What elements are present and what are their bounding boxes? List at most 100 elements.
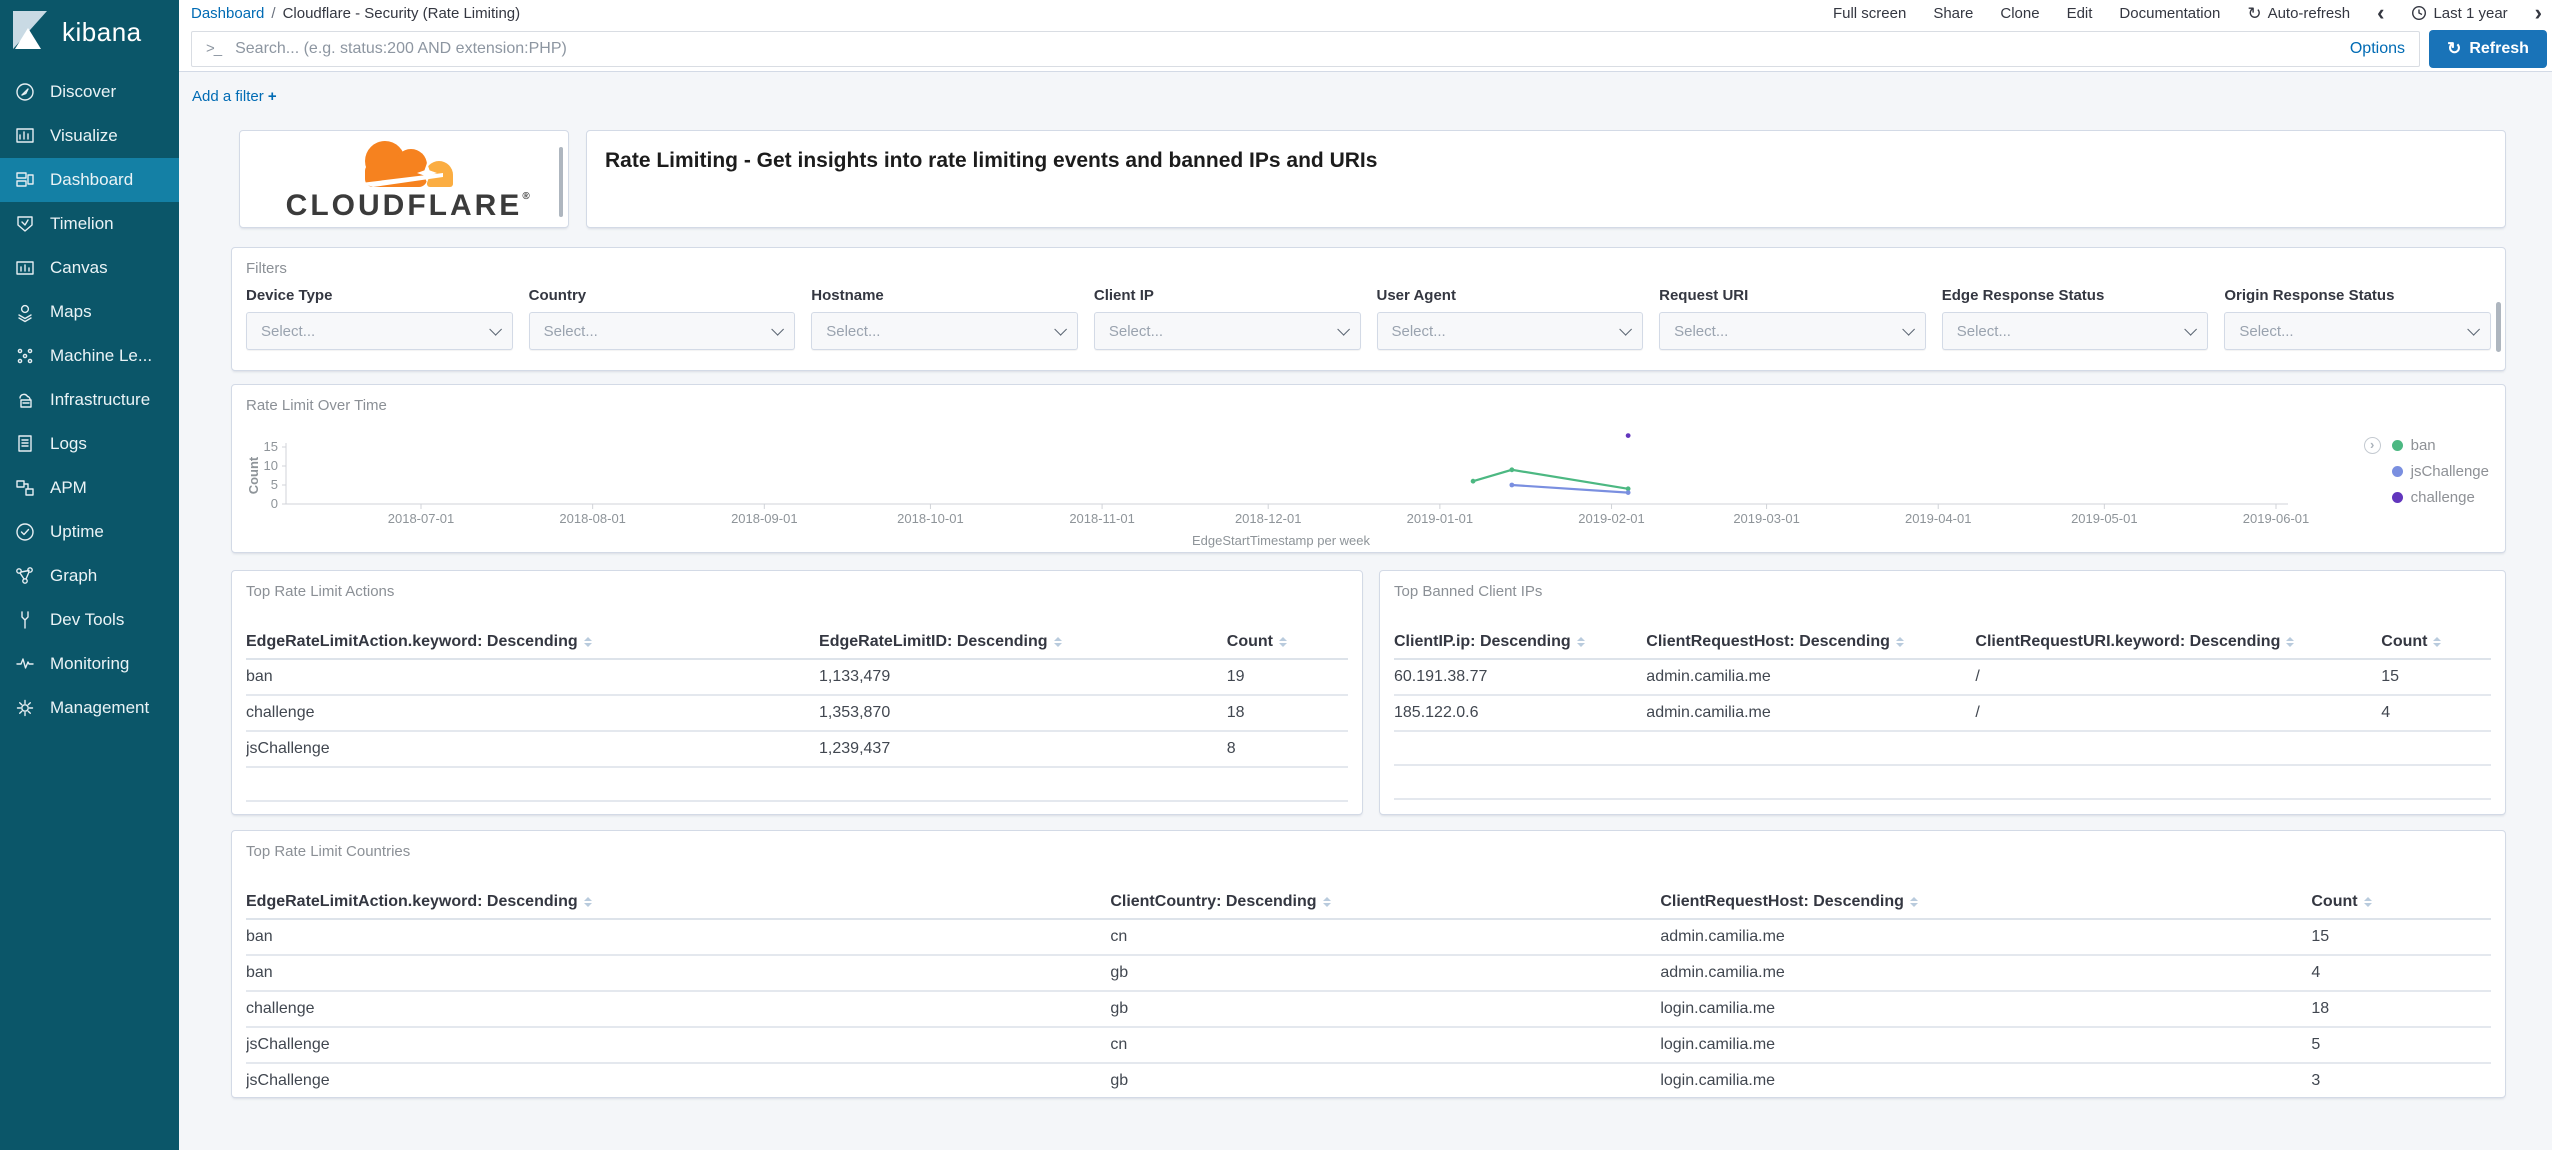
panel-title: Top Banned Client IPs <box>1394 583 1543 600</box>
options-link[interactable]: Options <box>2350 40 2405 58</box>
filter-label: Request URI <box>1659 287 1749 304</box>
sidebar-item-discover[interactable]: Discover <box>0 70 179 114</box>
column-header[interactable]: ClientRequestHost: Descending <box>1646 626 1976 661</box>
dashboard-grid-icon <box>14 169 36 191</box>
panel-description: Rate Limiting - Get insights into rate l… <box>586 130 2506 228</box>
auto-refresh-button[interactable]: ↻ Auto-refresh <box>2247 5 2350 22</box>
legend-color-dot <box>2391 466 2403 477</box>
sidebar-item-label: Uptime <box>50 522 104 541</box>
column-header[interactable]: Count <box>2381 626 2491 661</box>
chevron-down-icon <box>1619 322 1633 336</box>
filter-select[interactable]: Select... <box>2224 312 2491 350</box>
svg-text:2019-01-01: 2019-01-01 <box>1407 511 1474 526</box>
sort-icon[interactable] <box>1278 633 1287 651</box>
table-row: jsChallenge gb login.camilia.me 3 <box>246 1063 2491 1097</box>
kibana-logo[interactable]: kibana <box>0 0 179 62</box>
select-placeholder: Select... <box>261 322 316 340</box>
sidebar-item-visualize[interactable]: Visualize <box>0 114 179 158</box>
documentation-button[interactable]: Documentation <box>2119 5 2220 22</box>
column-header[interactable]: EdgeRateLimitAction.keyword: Descending <box>246 626 820 661</box>
sidebar-item-canvas[interactable]: Canvas <box>0 246 179 290</box>
kibana-logo-text: kibana <box>62 16 142 47</box>
time-back-chevron-icon[interactable]: ‹ <box>2377 2 2384 24</box>
sort-icon[interactable] <box>2433 633 2442 651</box>
sidebar-item-monitoring[interactable]: Monitoring <box>0 642 179 686</box>
sidebar-item-timelion[interactable]: Timelion <box>0 202 179 246</box>
sidebar-item-uptime[interactable]: Uptime <box>0 510 179 554</box>
filter-hostname: Hostname Select... <box>811 287 1078 350</box>
clone-button[interactable]: Clone <box>2000 5 2039 22</box>
legend-item-jschallenge[interactable]: jsChallenge <box>2391 463 2489 480</box>
table-row: challenge gb login.camilia.me 18 <box>246 991 2491 1029</box>
filter-label: Device Type <box>246 287 333 304</box>
breadcrumb-separator: / <box>271 4 276 22</box>
sidebar-item-label: Dashboard <box>50 170 134 189</box>
column-header[interactable]: ClientRequestHost: Descending <box>1660 886 2312 921</box>
breadcrumb-dashboard-link[interactable]: Dashboard <box>191 5 264 22</box>
sort-icon[interactable] <box>2286 633 2295 651</box>
filter-select[interactable]: Select... <box>1941 312 2209 350</box>
sort-icon[interactable] <box>2363 893 2372 911</box>
chart-legend: › ban jsChallenge challenge <box>2363 437 2489 506</box>
sidebar-item-management[interactable]: Management <box>0 686 179 730</box>
sort-icon[interactable] <box>1576 633 1585 651</box>
filter-select[interactable]: Select... <box>1376 312 1644 350</box>
column-header[interactable]: ClientIP.ip: Descending <box>1394 626 1647 661</box>
refresh-button[interactable]: ↻ Refresh <box>2429 29 2547 68</box>
filter-label: Country <box>528 287 587 304</box>
sidebar-item-dashboard[interactable]: Dashboard <box>0 158 179 202</box>
sort-icon[interactable] <box>1895 633 1904 651</box>
column-header[interactable]: EdgeRateLimitID: Descending <box>819 626 1227 661</box>
sort-icon[interactable] <box>583 633 592 651</box>
filter-select[interactable]: Select... <box>246 312 513 350</box>
sidebar-item-graph[interactable]: Graph <box>0 554 179 598</box>
time-forward-chevron-icon[interactable]: › <box>2535 2 2542 24</box>
panel-scrollbar[interactable] <box>2496 302 2501 352</box>
sidebar-item-maps[interactable]: Maps <box>0 290 179 334</box>
sort-icon[interactable] <box>1909 893 1918 911</box>
svg-text:2019-05-01: 2019-05-01 <box>2071 511 2138 526</box>
sidebar-item-apm[interactable]: APM <box>0 466 179 510</box>
select-placeholder: Select... <box>826 322 881 340</box>
column-header[interactable]: EdgeRateLimitAction.keyword: Descending <box>246 886 1111 921</box>
column-header[interactable]: ClientRequestURI.keyword: Descending <box>1975 626 2382 661</box>
sidebar-nav: Discover Visualize Dashboard Timelion Canvas… <box>0 70 179 730</box>
edit-button[interactable]: Edit <box>2067 5 2093 22</box>
column-header[interactable]: Count <box>1226 626 1348 661</box>
filter-select[interactable]: Select... <box>1659 312 1926 350</box>
select-placeholder: Select... <box>1956 322 2011 340</box>
sidebar-item-dev-tools[interactable]: Dev Tools <box>0 598 179 642</box>
column-header[interactable]: Count <box>2311 886 2491 921</box>
panel-top-banned-client-ips: Top Banned Client IPs ClientIP.ip: Desce… <box>1379 570 2506 815</box>
add-filter-button[interactable]: Add a filter + <box>192 88 277 105</box>
sidebar-item-machine-le[interactable]: Machine Le... <box>0 334 179 378</box>
kibana-logo-icon <box>10 8 50 57</box>
top-banned-client-ips-table: ClientIP.ip: Descending ClientRequestHost… <box>1394 626 2491 801</box>
sort-icon[interactable] <box>583 893 592 911</box>
filter-select[interactable]: Select... <box>1093 312 1361 350</box>
sort-icon[interactable] <box>1322 893 1331 911</box>
filter-select[interactable]: Select... <box>811 312 1078 350</box>
sidebar-item-label: Canvas <box>50 258 108 277</box>
share-button[interactable]: Share <box>1933 5 1973 22</box>
filter-label: User Agent <box>1376 287 1456 304</box>
panel-scrollbar[interactable] <box>559 147 563 217</box>
sidebar-item-infrastructure[interactable]: Infrastructure <box>0 378 179 422</box>
full-screen-button[interactable]: Full screen <box>1833 5 1906 22</box>
sidebar-item-label: Graph <box>50 566 98 585</box>
sort-icon[interactable] <box>1053 633 1062 651</box>
sidebar-item-logs[interactable]: Logs <box>0 422 179 466</box>
filter-select[interactable]: Select... <box>528 312 796 350</box>
legend-item-challenge[interactable]: challenge <box>2391 489 2489 506</box>
sidebar-item-label: Infrastructure <box>50 390 151 409</box>
time-range-picker[interactable]: Last 1 year <box>2411 5 2508 22</box>
search-box: >_ Options <box>191 30 2420 67</box>
chevron-down-icon <box>2184 322 2198 336</box>
panel-title: Top Rate Limit Countries <box>246 843 411 860</box>
legend-item-ban[interactable]: ban <box>2391 437 2489 454</box>
search-input[interactable] <box>235 39 2350 58</box>
filter-label: Client IP <box>1093 287 1154 304</box>
legend-toggle-chevron-icon[interactable]: › <box>2363 437 2381 454</box>
panel-rate-limit-over-time: Rate Limit Over Time 0 5 10 15 2018-07-01 201… <box>231 384 2506 553</box>
column-header[interactable]: ClientCountry: Descending <box>1110 886 1661 921</box>
